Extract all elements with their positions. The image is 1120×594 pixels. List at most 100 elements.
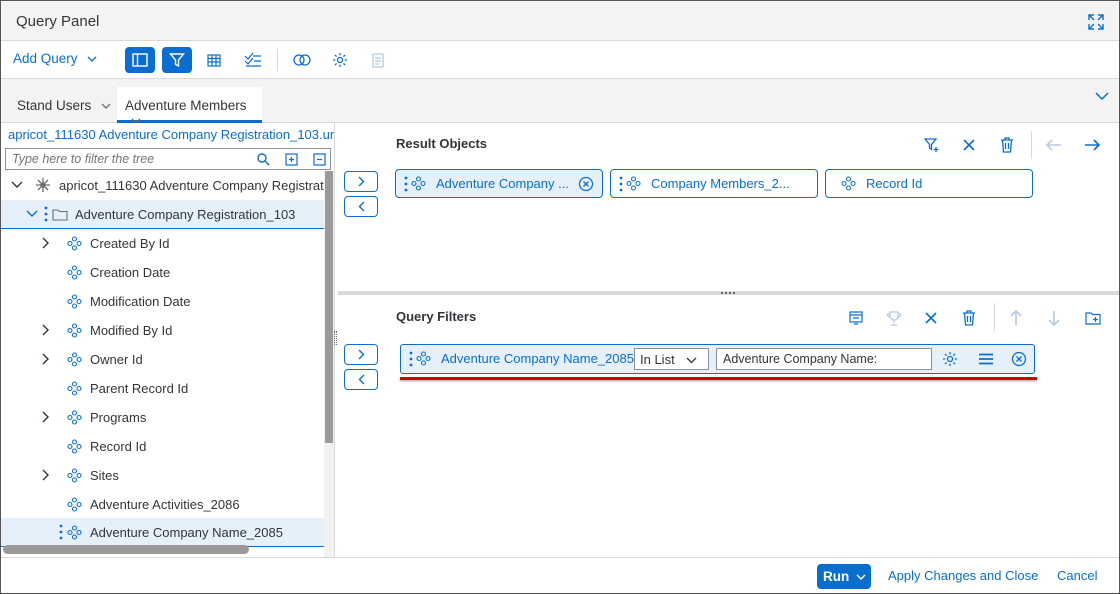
folder-icon	[52, 209, 68, 221]
query-panel-window: Query Panel Add Query Stand Users Advent…	[0, 0, 1120, 594]
tree-item[interactable]: Created By Id	[1, 229, 324, 258]
chevron-right-icon[interactable]	[42, 411, 50, 423]
arrow-up-icon[interactable]	[1008, 309, 1024, 327]
chevron-down-icon	[11, 181, 23, 188]
chip-label: Company Members_2...	[651, 176, 790, 191]
tree-item[interactable]: Adventure Activities_2086	[1, 490, 324, 519]
expand-icon[interactable]	[1087, 13, 1105, 31]
remove-from-results-button[interactable]	[344, 196, 378, 217]
collapse-all-icon[interactable]	[312, 152, 326, 166]
gear-icon	[333, 53, 347, 67]
combined-query-button[interactable]	[238, 47, 268, 73]
operator-select[interactable]: In List	[634, 348, 709, 370]
tree-item-label: Record Id	[90, 439, 147, 454]
expand-all-icon[interactable]	[284, 152, 298, 166]
scroll-thumb[interactable]	[325, 171, 333, 443]
table-icon	[207, 53, 221, 67]
close-icon[interactable]	[961, 137, 977, 153]
chevron-right-icon[interactable]	[42, 237, 50, 249]
footer-bar: Run Apply Changes and Close Cancel	[1, 557, 1119, 593]
tree-horizontal-scrollbar[interactable]	[3, 545, 249, 554]
add-query-label: Add Query	[13, 51, 78, 66]
tree-item-selected[interactable]: Adventure Company Name_2085	[1, 518, 324, 547]
toggle-tree-panel-button[interactable]	[125, 47, 155, 73]
filter-icon	[169, 53, 185, 68]
add-filter-group-icon[interactable]	[1084, 309, 1102, 327]
tree-filter-input[interactable]	[12, 152, 252, 166]
universe-name[interactable]: apricot_111630 Adventure Company Registr…	[8, 127, 334, 142]
drag-handle-icon[interactable]	[619, 176, 623, 192]
dimension-icon	[67, 265, 82, 280]
chevron-right-icon[interactable]	[42, 324, 50, 336]
run-button[interactable]: Run	[817, 564, 871, 589]
result-object-chip[interactable]: Company Members_2...	[610, 169, 818, 198]
cancel-button[interactable]: Cancel	[1057, 568, 1097, 583]
search-icon[interactable]	[256, 152, 270, 166]
tree-item[interactable]: Modification Date	[1, 287, 324, 316]
splitter-handle[interactable]	[334, 331, 337, 345]
tree-item[interactable]: Record Id	[1, 432, 324, 461]
remove-circle-icon[interactable]	[578, 176, 594, 192]
toggle-filter-panel-button[interactable]	[162, 47, 192, 73]
drag-handle-icon[interactable]	[409, 351, 413, 367]
tree-item[interactable]: Modified By Id	[1, 316, 324, 345]
remove-circle-icon[interactable]	[1011, 351, 1027, 367]
tree-item[interactable]: Sites	[1, 461, 324, 490]
tree-item[interactable]: Owner Id	[1, 345, 324, 374]
predefined-filter-icon[interactable]	[847, 309, 865, 327]
gear-icon[interactable]	[942, 351, 958, 367]
chevron-right-icon[interactable]	[42, 353, 50, 365]
tree-vertical-scrollbar[interactable]	[324, 171, 334, 557]
data-preview-button[interactable]	[199, 47, 229, 73]
tree-item-label: Modified By Id	[90, 323, 173, 338]
result-object-chip[interactable]: Record Id	[825, 169, 1033, 198]
arrow-down-icon[interactable]	[1046, 309, 1062, 327]
view-script-button[interactable]	[363, 47, 393, 73]
remove-from-filters-button[interactable]	[344, 369, 378, 390]
query-filter-row[interactable]: Adventure Company Name_2085 In List Adve…	[400, 344, 1035, 374]
tab-adventure-members[interactable]: Adventure Members	[117, 87, 262, 124]
tab-label: Stand Users	[17, 98, 92, 113]
arrow-right-icon[interactable]	[1083, 137, 1101, 153]
panel-splitter[interactable]	[338, 291, 1119, 295]
chevron-left-icon	[358, 201, 364, 212]
arrow-left-icon[interactable]	[1045, 137, 1063, 153]
close-icon[interactable]	[923, 310, 939, 326]
trash-icon[interactable]	[999, 136, 1015, 154]
universe-tree-panel: apricot_111630 Adventure Company Registr…	[1, 123, 335, 557]
splitter-grip[interactable]	[721, 292, 735, 294]
tree-item-label: Modification Date	[90, 294, 191, 309]
filter-value-field[interactable]: Adventure Company Name:	[716, 348, 932, 370]
chevron-down-icon	[101, 103, 111, 109]
add-filter-icon[interactable]	[923, 136, 941, 154]
universe-icon	[36, 178, 50, 192]
tree-item[interactable]: Programs	[1, 403, 324, 432]
tree-item[interactable]: Creation Date	[1, 258, 324, 287]
collapse-header-icon[interactable]	[1093, 89, 1111, 103]
chevron-right-icon[interactable]	[42, 469, 50, 481]
drag-handle-icon[interactable]	[44, 206, 48, 222]
drag-handle-icon[interactable]	[404, 176, 408, 192]
trash-icon[interactable]	[961, 309, 977, 327]
tree-item-label: Adventure Company Name_2085	[90, 525, 283, 540]
add-query-button[interactable]: Add Query	[13, 51, 97, 66]
tree-filter-field[interactable]	[5, 148, 331, 170]
add-to-filters-button[interactable]	[344, 344, 378, 365]
result-object-chip[interactable]: Adventure Company ...	[395, 169, 603, 198]
operator-value: In List	[640, 352, 675, 367]
tree-root[interactable]: apricot_111630 Adventure Company Registr…	[1, 171, 334, 200]
combine-query-button[interactable]	[287, 47, 317, 73]
trophy-icon[interactable]	[885, 309, 903, 327]
tab-stand-users[interactable]: Stand Users	[9, 87, 119, 123]
tree-item[interactable]: Parent Record Id	[1, 374, 324, 403]
tree-folder[interactable]: Adventure Company Registration_103	[1, 200, 324, 229]
chevron-down-icon	[87, 56, 97, 62]
add-to-results-button[interactable]	[344, 171, 378, 192]
dimension-icon	[67, 352, 82, 367]
query-properties-button[interactable]	[325, 47, 355, 73]
apply-changes-button[interactable]: Apply Changes and Close	[888, 568, 1038, 583]
chevron-down-icon[interactable]	[856, 574, 866, 581]
drag-handle-icon[interactable]	[59, 524, 63, 540]
menu-icon[interactable]	[978, 353, 994, 365]
dimension-icon	[67, 468, 82, 483]
